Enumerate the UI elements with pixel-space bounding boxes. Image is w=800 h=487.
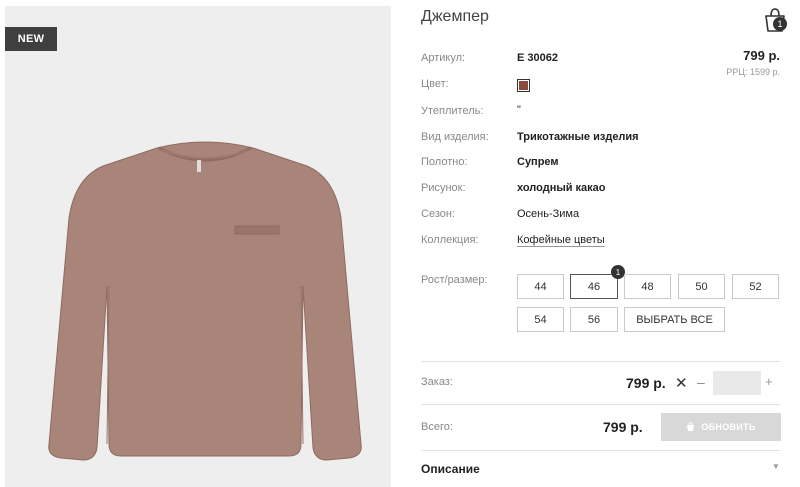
sweater-image <box>48 141 362 461</box>
product-price: 799 р. <box>743 48 780 63</box>
rrp-price: РРЦ: 1599 р. <box>726 67 780 77</box>
fabric-label: Полотно: <box>421 156 468 168</box>
description-label[interactable]: Описание <box>421 462 480 476</box>
size-button-46[interactable]: 46 <box>570 274 618 299</box>
order-label: Заказ: <box>421 376 453 388</box>
type-value: Трикотажные изделия <box>517 131 639 143</box>
cart-count-badge: 1 <box>773 17 787 31</box>
collection-label: Коллекция: <box>421 234 479 246</box>
article-value: E 30062 <box>517 52 558 64</box>
total-price: 799 р. <box>603 419 643 435</box>
remove-x-icon[interactable]: ✕ <box>675 374 688 392</box>
divider <box>421 450 780 451</box>
increment-icon[interactable]: + <box>765 374 773 389</box>
decrement-icon[interactable]: – <box>697 374 705 390</box>
pattern-label: Рисунок: <box>421 182 466 194</box>
update-button-label: ОБНОВИТЬ <box>701 422 756 432</box>
product-title: Джемпер <box>421 8 489 25</box>
chevron-down-icon[interactable]: ▼ <box>772 462 780 471</box>
insulation-value: " <box>517 104 521 116</box>
quantity-input[interactable] <box>713 371 761 395</box>
color-label: Цвет: <box>421 78 449 90</box>
divider <box>421 404 780 405</box>
size-button-44[interactable]: 44 <box>517 274 564 299</box>
sizes-label: Рост/размер: <box>421 274 488 286</box>
cart-icon <box>687 422 695 431</box>
divider <box>421 361 780 362</box>
insulation-label: Утеплитель: <box>421 105 484 117</box>
product-photo: NEW <box>5 6 391 487</box>
size-button-56[interactable]: 56 <box>570 307 618 332</box>
update-button[interactable]: ОБНОВИТЬ <box>661 413 781 441</box>
size-button-52[interactable]: 52 <box>732 274 779 299</box>
collection-link[interactable]: Кофейные цветы <box>517 234 605 246</box>
new-badge: NEW <box>5 27 57 51</box>
fabric-value: Супрем <box>517 156 559 168</box>
article-label: Артикул: <box>421 52 466 64</box>
size-button-50[interactable]: 50 <box>678 274 725 299</box>
size-button-54[interactable]: 54 <box>517 307 564 332</box>
product-details-panel: Джемпер 1 Артикул: E 30062 799 р. РРЦ: 1… <box>421 0 800 487</box>
size-selected-count-badge: 1 <box>611 265 625 279</box>
order-price: 799 р. <box>626 375 666 391</box>
select-all-sizes-button[interactable]: ВЫБРАТЬ ВСЕ <box>624 307 725 332</box>
total-label: Всего: <box>421 421 453 433</box>
season-value: Осень-Зима <box>517 208 580 220</box>
size-button-48[interactable]: 48 <box>624 274 671 299</box>
color-swatch[interactable] <box>517 79 530 92</box>
pattern-value: холодный какао <box>517 182 606 194</box>
type-label: Вид изделия: <box>421 131 489 143</box>
season-label: Сезон: <box>421 208 455 220</box>
